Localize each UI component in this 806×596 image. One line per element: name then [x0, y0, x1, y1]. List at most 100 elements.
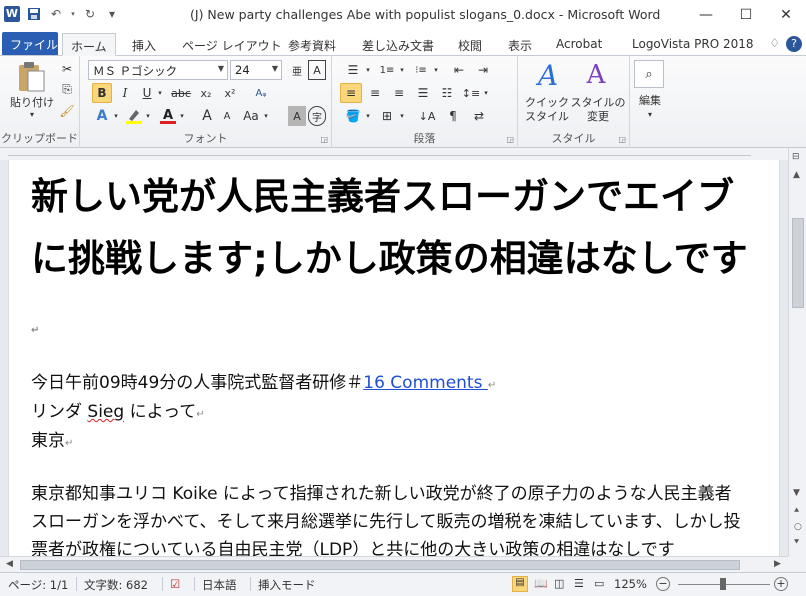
minimize-button[interactable]: —: [686, 0, 726, 30]
horizontal-scrollbar[interactable]: ◀ ▶: [0, 556, 788, 572]
change-case-button[interactable]: Aa: [240, 106, 262, 126]
undo-dropdown-icon[interactable]: ▾: [70, 6, 76, 22]
bold-button[interactable]: B: [92, 83, 112, 103]
tab-insert[interactable]: 挿入: [124, 33, 164, 56]
location[interactable]: 東京↵: [31, 426, 73, 451]
dateline[interactable]: 今日午前09時49分の人事院式監督者研修＃16 Comments ↵: [31, 368, 496, 393]
enclose-char-button[interactable]: 字: [308, 106, 326, 126]
zoom-out-button[interactable]: −: [656, 577, 670, 591]
underline-button[interactable]: U: [138, 83, 156, 103]
change-case-dropdown-icon[interactable]: ▾: [262, 106, 270, 126]
word-count[interactable]: 文字数: 682: [84, 577, 148, 593]
tab-logovista[interactable]: LogoVista PRO 2018: [624, 33, 762, 56]
italic-button[interactable]: I: [116, 83, 134, 103]
ruler-toggle-icon[interactable]: ⊟: [792, 152, 800, 162]
redo-icon[interactable]: ↻: [82, 6, 98, 22]
scroll-left-icon[interactable]: ◀: [6, 559, 13, 569]
byline[interactable]: リンダ Sieg によって↵: [31, 397, 205, 422]
scroll-up-icon[interactable]: ▲: [793, 170, 800, 180]
font-color-icon[interactable]: A: [158, 106, 178, 126]
decrease-indent-icon[interactable]: ⇤: [448, 60, 470, 80]
borders-dropdown-icon[interactable]: ▾: [398, 106, 406, 126]
quick-styles-icon[interactable]: A: [528, 58, 568, 92]
paragraph-dialog-launcher-icon[interactable]: ◲: [506, 135, 514, 144]
tab-view[interactable]: 表示: [500, 33, 540, 56]
font-name-dropdown-icon[interactable]: ▼: [218, 64, 224, 73]
draft-view-icon[interactable]: ▭: [594, 577, 604, 590]
document-page[interactable]: 新しい党が人民主義者スローガンでエイブに挑戦します;しかし政策の相違はなしです ↵…: [8, 160, 780, 556]
shading-icon[interactable]: 🪣: [342, 106, 364, 126]
format-painter-icon[interactable]: 🖌: [58, 102, 76, 120]
paste-icon[interactable]: [14, 60, 48, 94]
highlight-icon[interactable]: [124, 106, 144, 126]
text-effects-icon[interactable]: A: [92, 106, 112, 126]
bullets-dropdown-icon[interactable]: ▾: [364, 60, 372, 80]
comments-link[interactable]: 16 Comments: [363, 373, 488, 393]
furigana-icon[interactable]: 亜: [288, 60, 306, 80]
customize-qat-icon[interactable]: ▾: [104, 6, 120, 22]
editing-label[interactable]: 編集: [630, 94, 670, 108]
tab-review[interactable]: 校閲: [450, 33, 490, 56]
full-screen-reading-icon[interactable]: 📖: [534, 577, 548, 590]
zoom-in-button[interactable]: +: [774, 577, 788, 591]
insert-mode-indicator[interactable]: 挿入モード: [258, 577, 316, 593]
undo-icon[interactable]: ↶: [48, 6, 64, 22]
highlight-dropdown-icon[interactable]: ▾: [144, 106, 152, 126]
multilevel-list-icon[interactable]: ⁝≡: [410, 60, 432, 80]
font-size-combo[interactable]: 24 ▼: [230, 60, 282, 80]
print-layout-view-icon[interactable]: ▤: [512, 576, 528, 592]
help-icon[interactable]: ?: [786, 36, 802, 52]
shading-dropdown-icon[interactable]: ▾: [364, 106, 372, 126]
body-paragraph[interactable]: 東京都知事ユリコ Koike によって指揮された新しい政党が終了の原子力のような…: [31, 480, 743, 556]
font-name-combo[interactable]: ＭＳ Ｐゴシック ▼: [88, 60, 228, 80]
align-right-button[interactable]: ≡: [388, 83, 410, 103]
editing-dropdown-icon[interactable]: ▾: [642, 108, 658, 122]
superscript-button[interactable]: x²: [220, 83, 240, 103]
font-color-dropdown-icon[interactable]: ▾: [178, 106, 186, 126]
scroll-down-icon[interactable]: ▼: [793, 488, 800, 498]
distributed-button[interactable]: ☷: [436, 83, 458, 103]
char-shading-button[interactable]: A: [288, 106, 306, 126]
numbering-icon[interactable]: 1≡: [376, 60, 398, 80]
styles-dialog-launcher-icon[interactable]: ◲: [618, 135, 626, 144]
align-center-button[interactable]: ≡: [364, 83, 386, 103]
increase-indent-icon[interactable]: ⇥: [472, 60, 494, 80]
zoom-level[interactable]: 125%: [614, 577, 647, 591]
proofing-icon[interactable]: ☑: [170, 577, 180, 591]
shrink-font-button[interactable]: A: [218, 106, 236, 126]
text-effects-dropdown-icon[interactable]: ▾: [112, 106, 120, 126]
scroll-right-icon[interactable]: ▶: [774, 559, 781, 569]
tab-acrobat[interactable]: Acrobat: [548, 33, 610, 56]
document-heading[interactable]: 新しい党が人民主義者スローガンでエイブに挑戦します;しかし政策の相違はなしです ↵: [31, 166, 751, 362]
quick-styles-label[interactable]: クイック スタイル: [520, 96, 574, 124]
vertical-scrollbar[interactable]: ⊟ ▲ ▼ ⯅ ○ ⯆: [788, 148, 806, 556]
asian-layout-icon[interactable]: ⇄: [468, 106, 490, 126]
grow-font-button[interactable]: A: [198, 106, 216, 126]
line-spacing-dropdown-icon[interactable]: ▾: [482, 83, 490, 103]
clear-formatting-icon[interactable]: Aᵩ: [250, 83, 272, 103]
ribbon-collapse-icon[interactable]: ♢: [769, 36, 780, 52]
close-button[interactable]: ✕: [766, 0, 806, 30]
justify-button[interactable]: ☰: [412, 83, 434, 103]
font-dialog-launcher-icon[interactable]: ◲: [320, 135, 328, 144]
paste-dropdown-icon[interactable]: ▾: [24, 108, 40, 122]
browse-object-icon[interactable]: ○: [794, 522, 802, 532]
save-icon[interactable]: [26, 6, 42, 22]
show-marks-icon[interactable]: ¶: [442, 106, 464, 126]
change-styles-icon[interactable]: A: [576, 58, 616, 92]
cut-icon[interactable]: ✂: [58, 60, 76, 78]
copy-icon[interactable]: ⎘: [58, 80, 76, 98]
next-page-icon[interactable]: ⯆: [793, 538, 800, 548]
char-border-icon[interactable]: A: [308, 60, 326, 80]
zoom-slider-thumb[interactable]: [720, 578, 726, 590]
underline-dropdown-icon[interactable]: ▾: [156, 83, 164, 103]
language-indicator[interactable]: 日本語: [202, 577, 237, 593]
tab-mailings[interactable]: 差し込み文書: [354, 33, 442, 56]
page-count[interactable]: ページ: 1/1: [8, 577, 68, 593]
line-spacing-icon[interactable]: ↕≡: [460, 83, 482, 103]
tab-file[interactable]: ファイル: [2, 32, 58, 55]
bullets-icon[interactable]: ☰: [342, 60, 364, 80]
font-size-dropdown-icon[interactable]: ▼: [272, 64, 278, 73]
outline-view-icon[interactable]: ☰: [574, 577, 584, 590]
subscript-button[interactable]: x₂: [196, 83, 216, 103]
